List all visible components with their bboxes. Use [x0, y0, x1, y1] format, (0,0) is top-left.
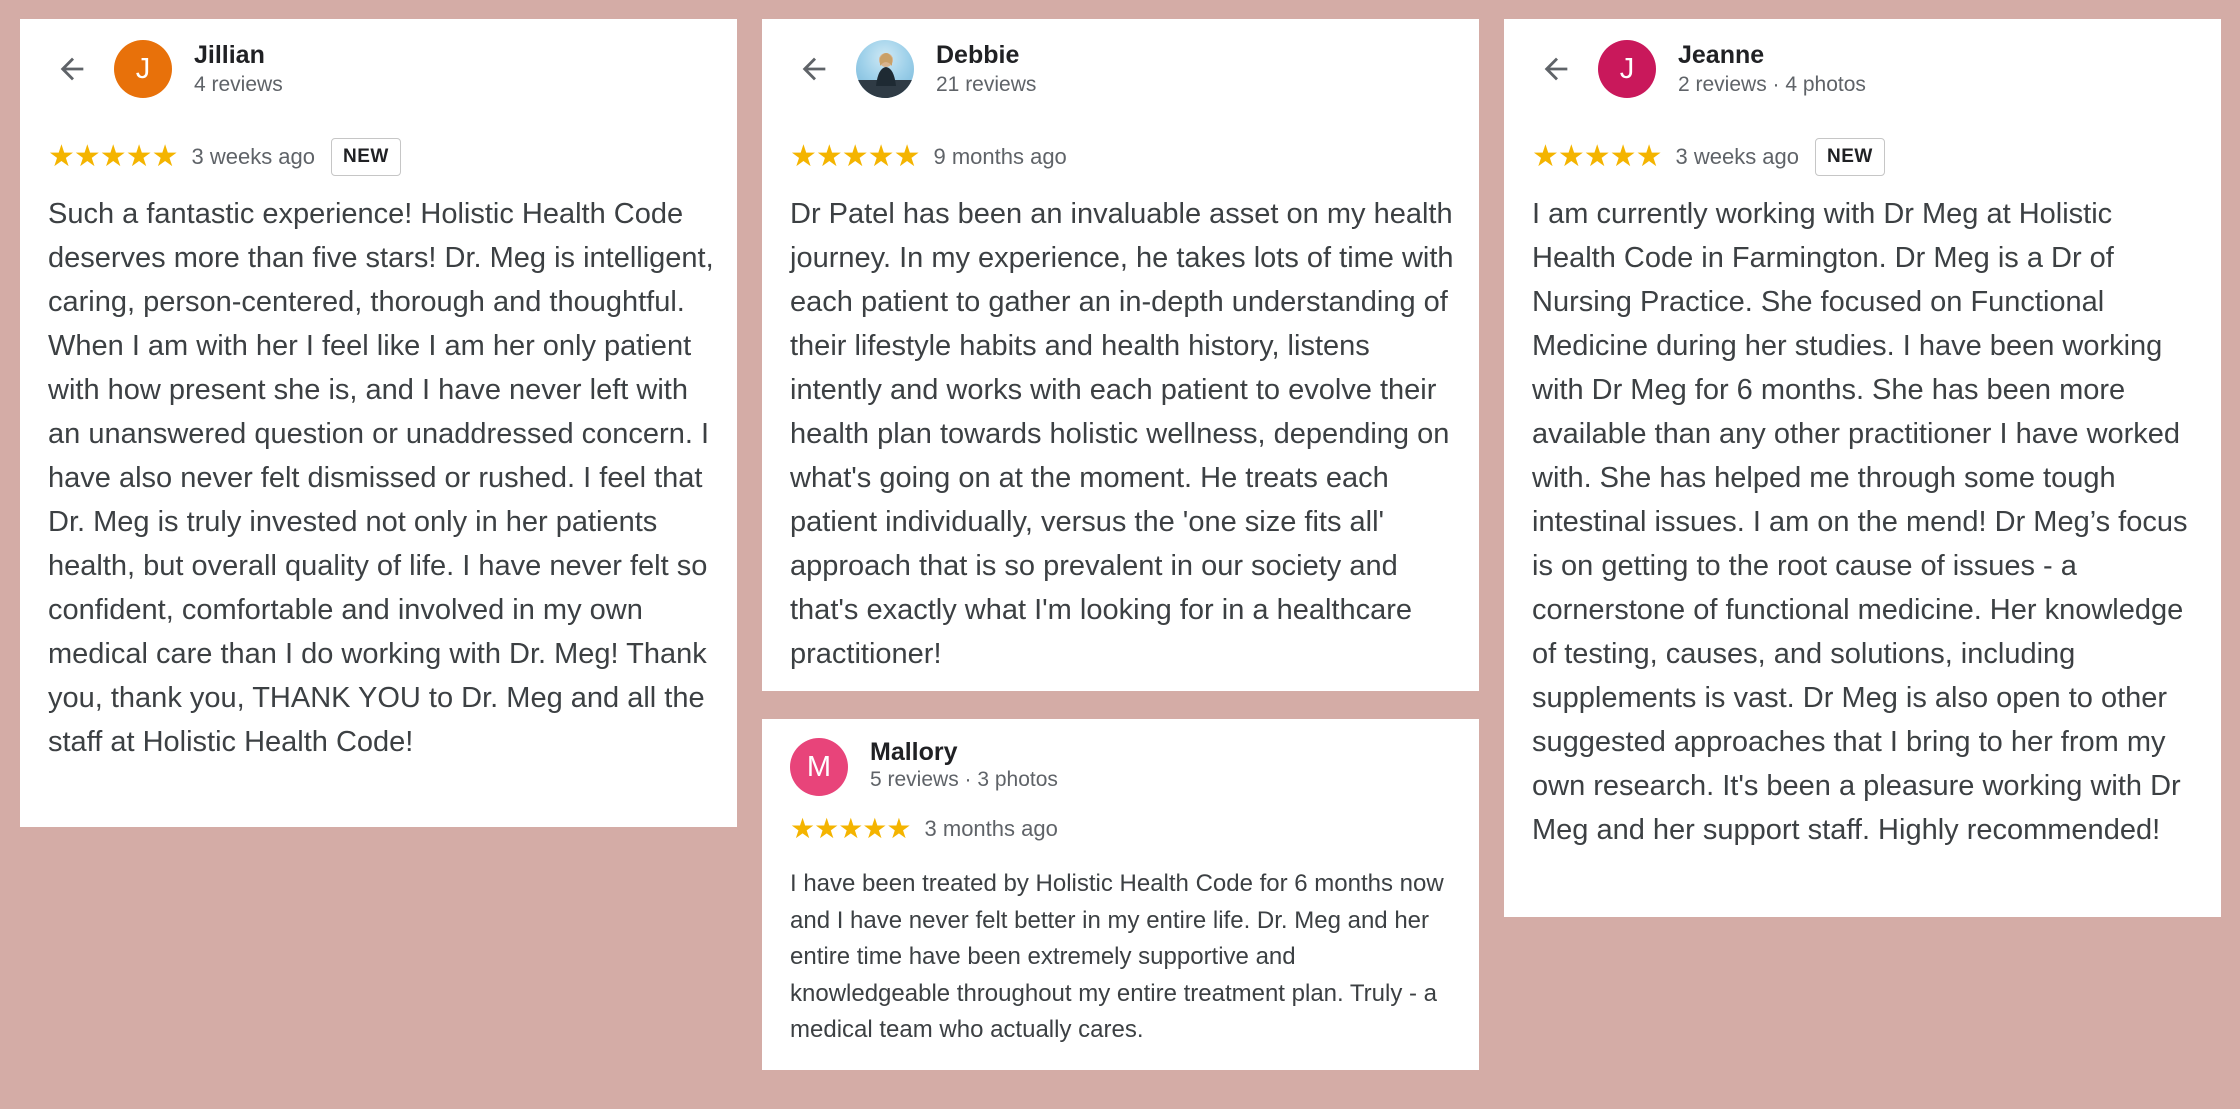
rating-row: ★★★★★ 3 months ago: [790, 809, 1058, 849]
star-rating-icon: ★★★★★: [48, 140, 178, 173]
review-age: 3 weeks ago: [1675, 144, 1800, 169]
rating-row: ★★★★★ 3 weeks ago NEW: [1532, 137, 1885, 177]
reviewer-stats: 5 reviews · 3 photos: [870, 768, 1058, 791]
review-text: Dr Patel has been an invaluable asset on…: [790, 198, 1454, 670]
review-age: 3 weeks ago: [191, 144, 316, 169]
avatar[interactable]: M: [790, 738, 848, 796]
avatar[interactable]: J: [1598, 40, 1656, 98]
reviewer-name[interactable]: Jeanne: [1678, 41, 1764, 70]
back-arrow-icon[interactable]: [796, 51, 832, 87]
star-rating-icon: ★★★★★: [790, 813, 912, 844]
star-rating-icon: ★★★★★: [790, 140, 920, 173]
reviewer-name[interactable]: Mallory: [870, 738, 958, 767]
avatar-photo[interactable]: [856, 40, 914, 98]
review-text: I have been treated by Holistic Health C…: [790, 870, 1444, 1043]
star-rating-icon: ★★★★★: [1532, 140, 1662, 173]
review-card-mallory: M Mallory 5 reviews · 3 photos ★★★★★ 3 m…: [762, 719, 1479, 1070]
review-card-jeanne: J Jeanne 2 reviews · 4 photos ★★★★★ 3 we…: [1504, 19, 2221, 917]
review-text: I am currently working with Dr Meg at Ho…: [1532, 198, 2188, 846]
reviewer-name[interactable]: Jillian: [194, 41, 265, 70]
review-card-debbie: Debbie 21 reviews ★★★★★ 9 months ago Dr …: [762, 19, 1479, 691]
rating-row: ★★★★★ 9 months ago: [790, 137, 1067, 177]
reviewer-stats: 2 reviews · 4 photos: [1678, 73, 1866, 96]
review-card-jillian: J Jillian 4 reviews ★★★★★ 3 weeks ago NE…: [20, 19, 737, 827]
reviewer-stats: 21 reviews: [936, 73, 1037, 96]
new-badge: NEW: [331, 138, 401, 176]
back-arrow-icon[interactable]: [54, 51, 90, 87]
new-badge: NEW: [1815, 138, 1885, 176]
review-text: Such a fantastic experience! Holistic He…: [48, 198, 714, 758]
review-age: 3 months ago: [924, 816, 1058, 841]
rating-row: ★★★★★ 3 weeks ago NEW: [48, 137, 401, 177]
reviewer-stats: 4 reviews: [194, 73, 283, 96]
back-arrow-icon[interactable]: [1538, 51, 1574, 87]
review-age: 9 months ago: [933, 144, 1067, 169]
avatar[interactable]: J: [114, 40, 172, 98]
reviewer-name[interactable]: Debbie: [936, 41, 1019, 70]
